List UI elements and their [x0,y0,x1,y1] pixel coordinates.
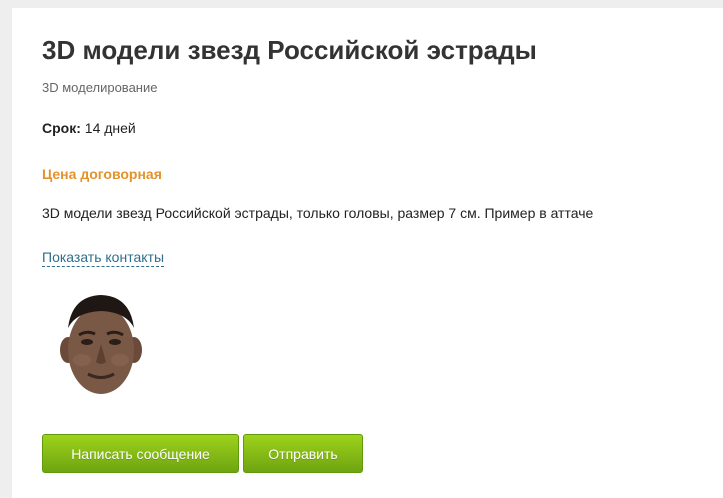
write-message-button[interactable]: Написать сообщение [42,434,239,473]
show-contacts-link[interactable]: Показать контакты [42,248,165,267]
project-description: 3D модели звезд Российской эстрады, толь… [42,205,594,221]
attachment-image[interactable] [42,288,160,400]
head-portrait-icon [60,295,142,394]
send-button[interactable]: Отправить [243,434,363,473]
term-value: 14 дней [84,120,136,136]
term-row: Срок: 14 дней [42,120,136,136]
project-category: 3D моделирование [42,80,158,95]
price-label: Цена договорная [42,166,162,182]
project-card: 3D модели звезд Российской эстрады 3D мо… [12,8,723,498]
term-label: Срок: [42,120,81,136]
project-title: 3D модели звезд Российской эстрады [42,35,537,65]
